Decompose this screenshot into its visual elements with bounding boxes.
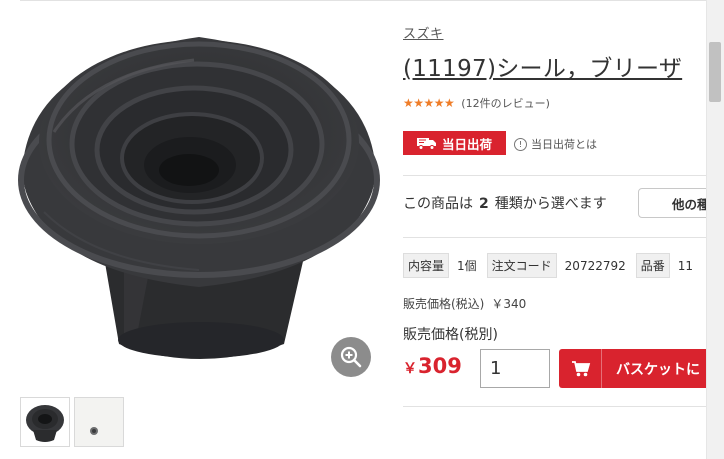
add-to-basket-label: バスケットに bbox=[616, 361, 700, 378]
spec-label-content: 内容量 bbox=[403, 253, 450, 278]
quantity-input[interactable] bbox=[480, 349, 550, 388]
variant-count: 2 bbox=[479, 196, 489, 212]
price-value: 309 bbox=[418, 354, 462, 378]
product-main-image[interactable] bbox=[14, 22, 384, 387]
price-tax-excluded-label: 販売価格(税別) bbox=[403, 327, 498, 343]
price-tax-included-label: 販売価格(税込) bbox=[403, 297, 485, 311]
zoom-in-icon bbox=[340, 346, 362, 368]
product-title: (11197)シール，ブリーザ bbox=[403, 56, 683, 82]
variant-prefix: この商品は bbox=[403, 196, 473, 212]
variant-info: この商品は 2 種類から選べます bbox=[403, 193, 607, 213]
same-day-help-link[interactable]: ! 当日出荷とは bbox=[514, 136, 597, 152]
rating-stars: ★★★★★ bbox=[403, 96, 455, 110]
variant-suffix: 種類から選べます bbox=[494, 196, 607, 212]
scrollbar-thumb[interactable] bbox=[709, 42, 721, 102]
spec-value-content: 1個 bbox=[457, 259, 477, 273]
divider bbox=[403, 175, 706, 176]
spec-label-order-code: 注文コード bbox=[486, 253, 557, 278]
spec-row: 内容量 1個 注文コード 20722792 品番 11 bbox=[403, 253, 703, 278]
spec-value-order-code: 20722792 bbox=[564, 258, 626, 273]
brand-link[interactable]: スズキ bbox=[403, 23, 444, 42]
same-day-help-text: 当日出荷とは bbox=[531, 138, 597, 151]
truck-icon bbox=[416, 137, 436, 150]
zoom-button[interactable] bbox=[331, 337, 371, 377]
review-count-link[interactable]: (12件のレビュー) bbox=[461, 95, 550, 111]
thumbnail-1[interactable] bbox=[20, 397, 70, 447]
button-divider bbox=[601, 349, 602, 388]
cart-icon bbox=[572, 360, 591, 376]
price-tax-included-value: ￥340 bbox=[491, 297, 527, 311]
same-day-shipping-label: 当日出荷 bbox=[441, 136, 492, 152]
price-tax-included: 販売価格(税込) ￥340 bbox=[403, 295, 526, 312]
same-day-shipping-badge: 当日出荷 bbox=[403, 131, 506, 155]
price-currency-symbol: ￥ bbox=[403, 361, 417, 377]
spec-label-part-number: 品番 bbox=[635, 253, 670, 278]
divider bbox=[403, 237, 706, 238]
info-icon: ! bbox=[514, 137, 527, 151]
spec-value-part-number: 11 bbox=[677, 258, 694, 273]
price-tax-excluded: ￥ 309 bbox=[403, 354, 462, 378]
divider bbox=[403, 406, 706, 407]
rating-row[interactable]: ★★★★★ (12件のレビュー) bbox=[403, 95, 550, 111]
add-to-basket-button[interactable]: バスケットに bbox=[559, 349, 724, 388]
thumbnail-2[interactable] bbox=[74, 397, 124, 447]
top-divider bbox=[20, 0, 706, 1]
